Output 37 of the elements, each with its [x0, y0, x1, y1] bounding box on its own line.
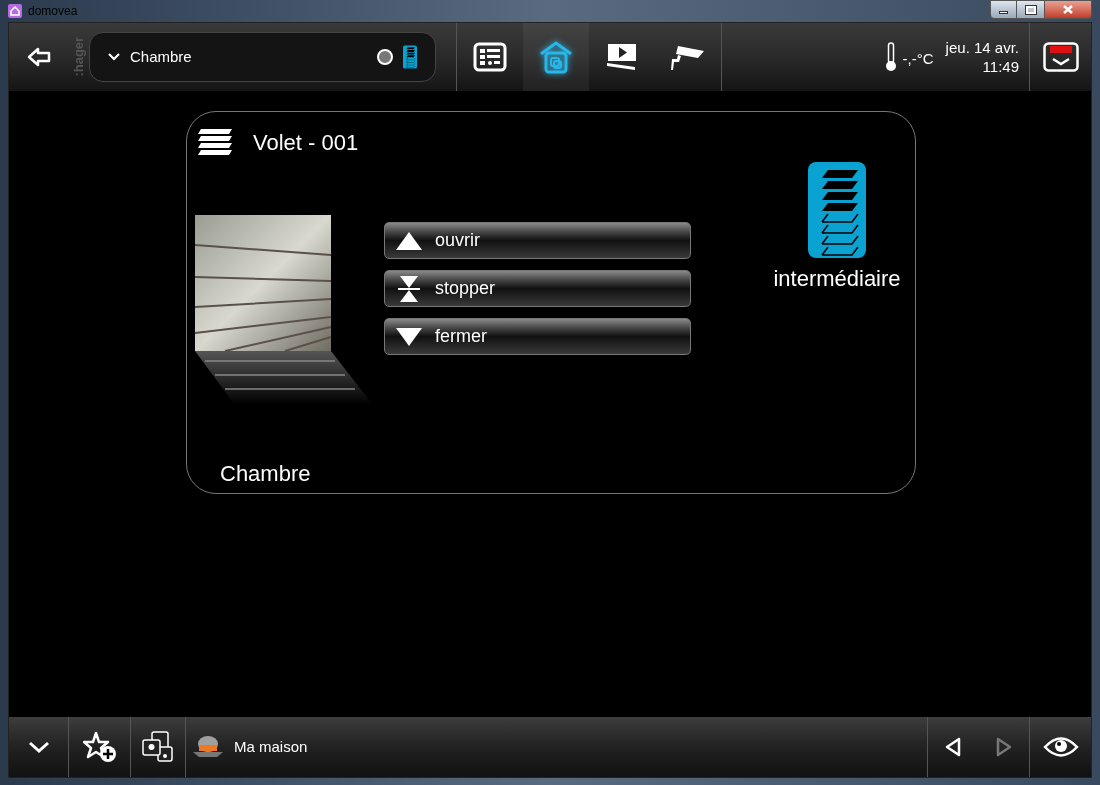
minimize-button[interactable]: [990, 0, 1017, 19]
close-icon: [1063, 5, 1073, 14]
date: jeu. 14 avr.: [945, 38, 1019, 57]
back-arrow-icon: [27, 47, 51, 67]
thermometer-icon: [884, 42, 897, 72]
shutter-mini-icon: [403, 45, 417, 69]
stop-icon: [398, 274, 420, 303]
action-button[interactable]: stopper: [384, 270, 691, 307]
shutter-status: intermédiaire: [773, 265, 901, 293]
action-button[interactable]: ouvrir: [384, 222, 691, 259]
house-icon: [539, 40, 573, 74]
window-title: domovea: [28, 3, 78, 20]
chevron-down-icon: [27, 741, 50, 753]
shutter-status-icon: [808, 162, 866, 258]
list-icon: [473, 42, 507, 72]
close-button[interactable]: [1044, 0, 1092, 19]
message-tray-icon: [1042, 42, 1079, 72]
chevron-down-icon: [108, 53, 120, 61]
room-name: Chambre: [130, 46, 192, 67]
up-triangle-icon: [395, 230, 423, 251]
room-label: Chambre: [220, 460, 311, 488]
temperature: -,-°C: [902, 48, 934, 69]
action-button[interactable]: fermer: [384, 318, 691, 355]
eye-icon: [1042, 736, 1079, 758]
star-plus-icon: [82, 731, 117, 763]
shutter-icon: [197, 127, 233, 158]
breadcrumb-item[interactable]: Ma maison: [186, 717, 321, 777]
devices-icon: [141, 731, 175, 763]
app-icon: [8, 4, 22, 18]
video-icon: [605, 42, 639, 72]
down-triangle-icon: [395, 326, 423, 347]
time: 11:49: [982, 57, 1019, 76]
house-block-icon: [192, 735, 224, 759]
nav-tab[interactable]: [523, 23, 589, 91]
maximize-button[interactable]: [1017, 0, 1044, 19]
device-title: Volet - 001: [253, 129, 359, 157]
room-selector[interactable]: Chambre: [89, 32, 436, 82]
